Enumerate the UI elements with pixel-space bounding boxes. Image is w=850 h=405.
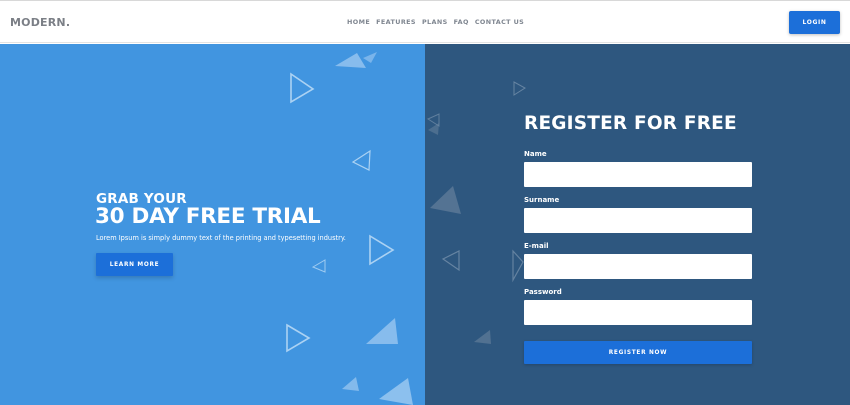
hero-description: Lorem Ipsum is simply dummy text of the … [96, 234, 346, 242]
nav-item-plans[interactable]: PLANS [422, 18, 448, 26]
nav-item-home[interactable]: HOME [347, 18, 370, 26]
email-label: E-mail [524, 242, 549, 250]
nav-item-faq[interactable]: FAQ [454, 18, 469, 26]
nav-item-features[interactable]: FEATURES [376, 18, 416, 26]
email-field[interactable] [524, 254, 752, 279]
hero-title: 30 DAY FREE TRIAL [95, 204, 321, 229]
landing-page: MODERN. HOME FEATURES PLANS FAQ CONTACT … [0, 0, 850, 405]
surname-label: Surname [524, 196, 560, 204]
surname-field[interactable] [524, 208, 752, 233]
name-label: Name [524, 150, 547, 158]
main-nav: HOME FEATURES PLANS FAQ CONTACT US [347, 18, 524, 26]
registration-panel: REGISTER FOR FREE Name Surname E-mail Pa… [425, 44, 850, 405]
nav-item-contact-us[interactable]: CONTACT US [475, 18, 524, 26]
name-field[interactable] [524, 162, 752, 187]
learn-more-button[interactable]: LEARN MORE [96, 253, 173, 276]
register-now-button[interactable]: REGISTER NOW [524, 341, 752, 364]
hero-panel: GRAB YOUR 30 DAY FREE TRIAL Lorem Ipsum … [0, 44, 425, 405]
logo[interactable]: MODERN. [10, 16, 70, 29]
password-label: Password [524, 288, 562, 296]
top-navbar: MODERN. HOME FEATURES PLANS FAQ CONTACT … [0, 0, 850, 43]
password-field[interactable] [524, 300, 752, 325]
login-button[interactable]: LOGIN [789, 11, 840, 34]
form-title: REGISTER FOR FREE [524, 113, 737, 134]
